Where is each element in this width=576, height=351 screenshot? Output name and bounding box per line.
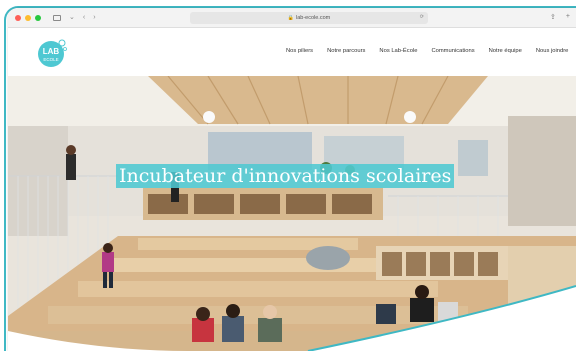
nav-item-joindre[interactable]: Nous joindre: [536, 48, 569, 54]
maximize-window-button[interactable]: [35, 14, 41, 21]
chevron-down-icon[interactable]: ⌄: [69, 14, 75, 21]
address-bar[interactable]: 🔒 lab-ecole.com ⟳: [190, 12, 428, 24]
forward-button[interactable]: ›: [93, 14, 95, 21]
share-icon[interactable]: ⇪: [550, 13, 556, 21]
minimize-window-button[interactable]: [25, 14, 31, 21]
url-text: lab-ecole.com: [295, 15, 331, 21]
nav-item-lab-ecole[interactable]: Nos Lab-École: [379, 48, 417, 54]
main-nav: Nos piliers Notre parcours Nos Lab-École…: [286, 48, 568, 54]
hero-title: Incubateur d'innovations scolaires: [116, 164, 455, 188]
nav-item-piliers[interactable]: Nos piliers: [286, 48, 313, 54]
back-button[interactable]: ‹: [83, 14, 85, 21]
nav-item-parcours[interactable]: Notre parcours: [327, 48, 365, 54]
lab-ecole-logo[interactable]: LAB ECOLE: [36, 37, 68, 69]
browser-toolbar: ⌄ ‹ › 🔒 lab-ecole.com ⟳ ⇪ +: [8, 8, 576, 28]
window-controls: [15, 14, 41, 21]
logo-text-top: LAB: [43, 47, 60, 56]
site-header: LAB ECOLE Nos piliers Notre parcours Nos…: [8, 28, 576, 76]
close-window-button[interactable]: [15, 14, 21, 21]
lock-icon: 🔒: [287, 15, 294, 21]
nav-item-equipe[interactable]: Notre équipe: [489, 48, 522, 54]
new-tab-button[interactable]: +: [566, 13, 570, 21]
logo-text-bottom: ECOLE: [43, 57, 58, 62]
reload-icon[interactable]: ⟳: [420, 14, 424, 20]
toolbar-right: ⇪ +: [550, 13, 570, 21]
nav-item-communications[interactable]: Communications: [431, 48, 474, 54]
sidebar-icon[interactable]: [53, 14, 61, 21]
hero-banner: Incubateur d'innovations scolaires: [8, 76, 576, 351]
hero-photo: [8, 76, 576, 351]
browser-window: ⌄ ‹ › 🔒 lab-ecole.com ⟳ ⇪ + LAB ECOLE No…: [8, 8, 576, 351]
